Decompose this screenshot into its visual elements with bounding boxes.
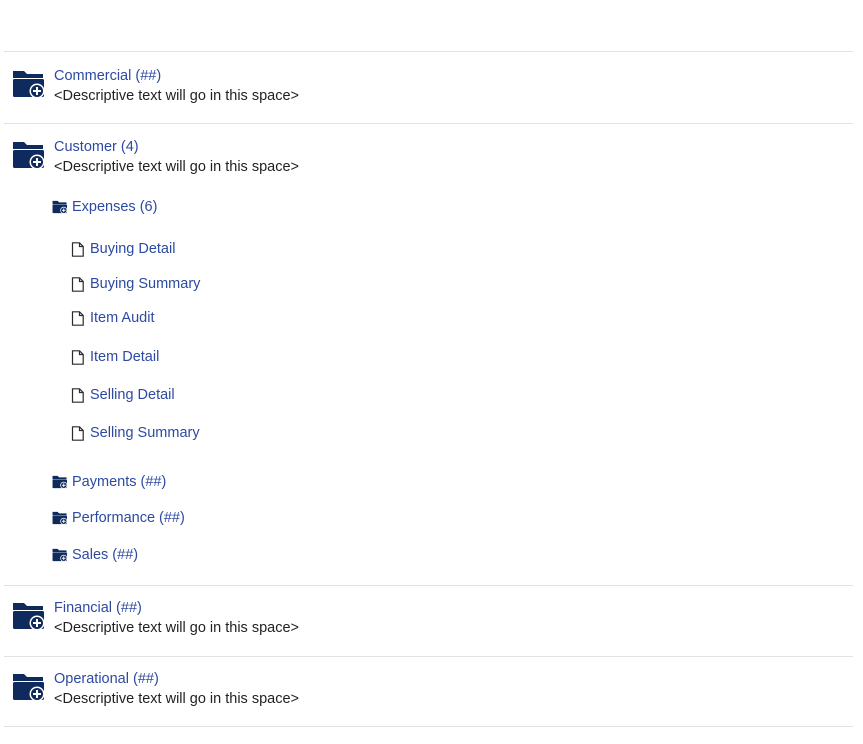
folder-plus-icon [52, 548, 68, 562]
document-icon [71, 350, 85, 365]
category-description: <Descriptive text will go in this space> [54, 691, 299, 707]
report-label: Buying Summary [90, 276, 201, 292]
subfolder-performance[interactable]: Performance (##) [52, 509, 185, 527]
folder-plus-icon[interactable] [12, 140, 46, 170]
report-link-item-audit[interactable]: Item Audit [71, 309, 154, 327]
subfolder-sales[interactable]: Sales (##) [52, 546, 138, 564]
folder-plus-icon [52, 200, 68, 214]
report-label: Selling Detail [90, 387, 175, 403]
report-link-item-detail[interactable]: Item Detail [71, 348, 159, 366]
report-link-buying-detail[interactable]: Buying Detail [71, 240, 175, 258]
folder-plus-icon[interactable] [12, 672, 46, 702]
report-label: Buying Detail [90, 241, 176, 257]
folder-plus-icon[interactable] [12, 601, 46, 631]
divider [4, 51, 853, 52]
divider [4, 123, 853, 124]
report-label: Selling Summary [90, 425, 200, 441]
folder-plus-icon [52, 511, 68, 525]
subfolder-expenses[interactable]: Expenses (6) [52, 198, 157, 216]
subfolder-payments[interactable]: Payments (##) [52, 473, 166, 491]
document-icon [71, 277, 85, 292]
category-title-operational[interactable]: Operational (##) [54, 670, 159, 688]
category-description: <Descriptive text will go in this space> [54, 159, 299, 175]
divider [4, 656, 853, 657]
folder-plus-icon [52, 475, 68, 489]
report-link-selling-summary[interactable]: Selling Summary [71, 424, 200, 442]
category-description: <Descriptive text will go in this space> [54, 88, 299, 104]
report-label: Item Detail [90, 349, 160, 365]
divider [4, 585, 853, 586]
subfolder-label: Sales (##) [72, 547, 139, 563]
category-title-financial[interactable]: Financial (##) [54, 599, 142, 617]
category-description: <Descriptive text will go in this space> [54, 620, 299, 636]
document-icon [71, 388, 85, 403]
category-title-customer[interactable]: Customer (4) [54, 138, 139, 156]
subfolder-label: Expenses (6) [72, 199, 158, 215]
report-link-buying-summary[interactable]: Buying Summary [71, 275, 200, 293]
subfolder-label: Performance (##) [72, 510, 185, 526]
divider [4, 726, 853, 727]
document-icon [71, 311, 85, 326]
category-title-commercial[interactable]: Commercial (##) [54, 67, 161, 85]
report-label: Item Audit [90, 310, 155, 326]
document-icon [71, 242, 85, 257]
report-link-selling-detail[interactable]: Selling Detail [71, 386, 175, 404]
document-icon [71, 426, 85, 441]
subfolder-label: Payments (##) [72, 474, 167, 490]
folder-plus-icon[interactable] [12, 69, 46, 99]
